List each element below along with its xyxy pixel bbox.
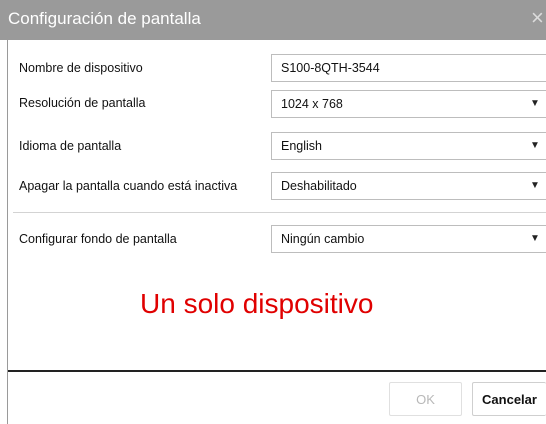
- single-device-annotation: Un solo dispositivo: [140, 288, 374, 319]
- language-select[interactable]: English ▼: [271, 132, 546, 160]
- resolution-value: 1024 x 768: [281, 97, 343, 111]
- ok-button[interactable]: OK: [389, 382, 462, 416]
- footer-divider: [8, 370, 546, 372]
- resolution-select[interactable]: 1024 x 768 ▼: [271, 90, 546, 118]
- language-label: Idioma de pantalla: [19, 139, 122, 153]
- wallpaper-label: Configurar fondo de pantalla: [19, 232, 177, 246]
- wallpaper-value: Ningún cambio: [281, 232, 365, 246]
- close-icon[interactable]: ×: [531, 6, 544, 30]
- chevron-down-icon: ▼: [530, 180, 540, 191]
- language-value: English: [281, 139, 322, 153]
- dialog-left-border: [7, 40, 8, 424]
- screen-off-value: Deshabilitado: [281, 179, 357, 193]
- device-name-input[interactable]: S100-8QTH-3544: [271, 54, 546, 82]
- cancel-button[interactable]: Cancelar: [472, 382, 546, 416]
- section-divider: [13, 212, 546, 213]
- dialog-title: Configuración de pantalla: [8, 9, 201, 28]
- screen-off-label: Apagar la pantalla cuando está inactiva: [19, 179, 238, 193]
- dialog-titlebar: Configuración de pantalla ×: [0, 0, 546, 40]
- resolution-label: Resolución de pantalla: [19, 96, 146, 110]
- chevron-down-icon: ▼: [530, 98, 540, 109]
- wallpaper-select[interactable]: Ningún cambio ▼: [271, 225, 546, 253]
- device-name-label: Nombre de dispositivo: [19, 61, 143, 75]
- device-name-value: S100-8QTH-3544: [281, 61, 380, 75]
- chevron-down-icon: ▼: [530, 233, 540, 244]
- screen-off-select[interactable]: Deshabilitado ▼: [271, 172, 546, 200]
- chevron-down-icon: ▼: [530, 140, 540, 151]
